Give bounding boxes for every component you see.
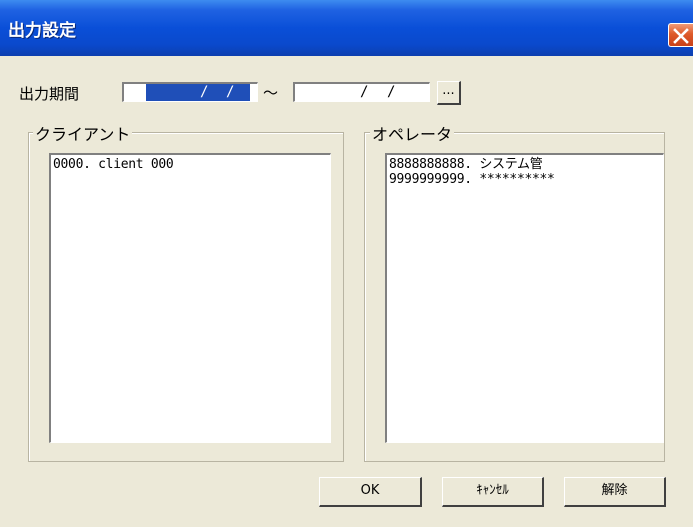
ok-button[interactable]: OK [319, 477, 422, 507]
operator-list-item[interactable]: 8888888888. システム管 [389, 157, 661, 172]
client-group-legend: クライアント [33, 121, 133, 145]
period-separator: ～ [263, 84, 279, 102]
title-bar: 出力設定 [0, 0, 693, 56]
operator-list-item[interactable]: 9999999999. ********** [389, 172, 661, 187]
client-list-item[interactable]: 0000. client 000 [53, 157, 328, 172]
date-picker-button[interactable]: ... [437, 81, 461, 105]
close-button[interactable] [668, 23, 693, 47]
period-label: 出力期間 [19, 85, 80, 103]
window-title: 出力設定 [8, 21, 76, 41]
client-listbox[interactable]: 0000. client 000 [49, 153, 331, 443]
clear-button[interactable]: 解除 [564, 477, 666, 507]
cancel-button[interactable]: ｷｬﾝｾﾙ [442, 477, 544, 507]
close-icon [673, 28, 689, 44]
period-from-selection: / / [146, 84, 250, 101]
operator-group-legend: オペレータ [370, 121, 455, 145]
output-settings-dialog: 出力設定 出力期間 / / ～ / / ... クライアント 0000. clien… [0, 0, 693, 527]
period-to-input[interactable]: / / [293, 82, 430, 102]
operator-listbox[interactable]: 8888888888. システム管 9999999999. ********** [385, 153, 664, 443]
period-from-input[interactable]: / / [122, 82, 258, 102]
